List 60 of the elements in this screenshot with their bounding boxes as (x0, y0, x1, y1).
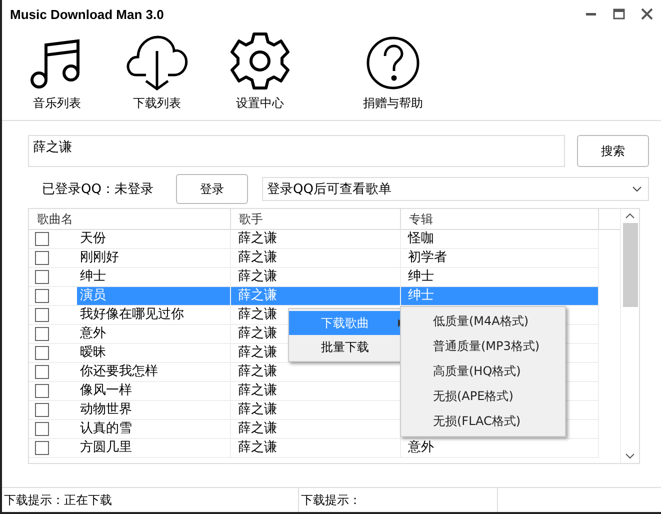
close-icon[interactable] (641, 8, 653, 20)
song-name-cell[interactable]: 刚刚好 (77, 249, 230, 267)
cloud-download-icon[interactable] (124, 35, 190, 91)
status-text: 下载提示： (299, 488, 498, 512)
checkbox[interactable] (35, 232, 49, 246)
window-title: Music Download Man 3.0 (10, 6, 164, 22)
search-field[interactable]: 薛之谦 (28, 135, 565, 167)
song-name-cell[interactable]: 动物世界 (77, 401, 230, 419)
song-name-cell[interactable]: 暧昧 (77, 344, 230, 362)
menu-item[interactable]: 高质量(HQ格式) (401, 359, 565, 384)
playlist-dropdown[interactable]: 登录QQ后可查看歌单 (262, 177, 649, 201)
maximize-icon[interactable] (613, 8, 625, 20)
checkbox[interactable] (35, 289, 49, 303)
toolbar-label[interactable]: 音乐列表 (33, 95, 81, 112)
singer-cell: 薛之谦 (231, 439, 401, 458)
menu-item[interactable]: 无损(FLAC格式) (401, 409, 565, 434)
song-name-cell[interactable]: 天份 (77, 230, 230, 248)
column-header[interactable]: 歌曲名 (29, 209, 231, 230)
song-name-cell[interactable]: 像风一样 (77, 382, 230, 400)
checkbox[interactable] (35, 441, 49, 455)
song-name-cell[interactable]: 绅士 (77, 268, 230, 286)
song-name-cell[interactable]: 方圆几里 (77, 439, 230, 457)
checkbox[interactable] (35, 327, 49, 341)
menu-item[interactable]: 普通质量(MP3格式) (401, 334, 565, 359)
album-cell: 初学者 (401, 249, 599, 268)
checkbox[interactable] (35, 346, 49, 360)
singer-cell: 薛之谦 (231, 249, 401, 268)
checkbox[interactable] (35, 270, 49, 284)
login-button[interactable]: 登录 (176, 174, 248, 204)
gear-icon[interactable] (228, 31, 292, 91)
checkbox[interactable] (35, 251, 49, 265)
song-name-cell[interactable]: 认真的雪 (77, 420, 230, 438)
singer-cell: 薛之谦 (231, 287, 401, 306)
album-cell: 意外 (401, 439, 599, 458)
song-name-cell[interactable]: 我好像在哪见过你 (77, 306, 230, 324)
login-status: 已登录QQ：未登录 (42, 181, 154, 198)
scroll-down-icon[interactable] (625, 453, 635, 459)
checkbox[interactable] (35, 308, 49, 322)
checkbox[interactable] (35, 365, 49, 379)
status-text: 下载提示：正在下载 (2, 488, 299, 512)
column-header[interactable]: 歌手 (231, 209, 401, 230)
album-cell: 怪咖 (401, 230, 599, 249)
toolbar-label[interactable]: 捐赠与帮助 (363, 95, 423, 112)
menu-item[interactable]: 低质量(M4A格式) (401, 309, 565, 334)
album-cell: 绅士 (401, 287, 599, 306)
song-name-cell[interactable]: 意外 (77, 325, 230, 343)
search-button[interactable]: 搜索 (577, 135, 649, 167)
column-header[interactable]: 专辑 (401, 209, 599, 230)
checkbox[interactable] (35, 403, 49, 417)
scrollbar[interactable] (620, 209, 639, 463)
chevron-down-icon (632, 186, 642, 192)
help-icon[interactable] (365, 35, 421, 91)
checkbox[interactable] (35, 384, 49, 398)
toolbar-label[interactable]: 下载列表 (133, 95, 181, 112)
scroll-up-icon[interactable] (625, 213, 635, 219)
song-name-cell[interactable]: 你还要我怎样 (77, 363, 230, 381)
checkbox[interactable] (35, 422, 49, 436)
toolbar-label[interactable]: 设置中心 (236, 95, 284, 112)
singer-cell: 薛之谦 (231, 230, 401, 249)
menu-item[interactable]: 无损(APE格式) (401, 384, 565, 409)
